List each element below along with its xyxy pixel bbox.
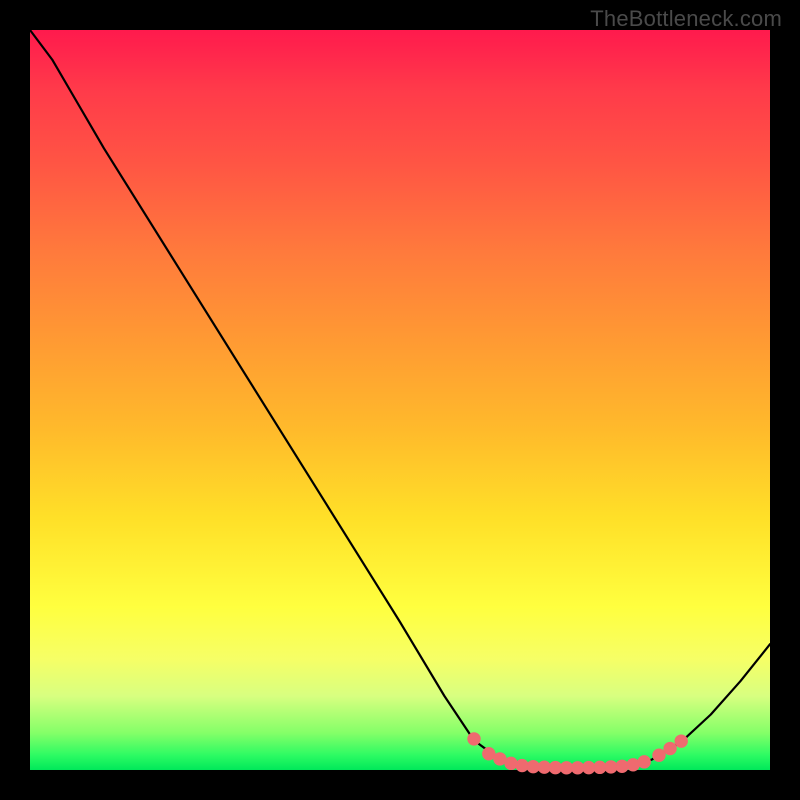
curve-marker <box>627 759 639 771</box>
curve-marker <box>594 761 606 773</box>
curve-markers <box>468 733 688 774</box>
watermark-text: TheBottleneck.com <box>590 6 782 32</box>
chart-svg <box>30 30 770 770</box>
curve-marker <box>505 757 517 769</box>
curve-marker <box>468 733 480 745</box>
curve-marker <box>638 756 650 768</box>
curve-marker <box>616 760 628 772</box>
bottleneck-curve <box>30 30 770 768</box>
curve-marker <box>571 762 583 774</box>
curve-marker <box>527 760 539 772</box>
curve-marker <box>664 742 676 754</box>
curve-marker <box>516 759 528 771</box>
curve-marker <box>675 735 687 747</box>
curve-marker <box>494 753 506 765</box>
curve-marker <box>605 761 617 773</box>
chart-frame: TheBottleneck.com <box>0 0 800 800</box>
curve-marker <box>538 761 550 773</box>
curve-marker <box>560 762 572 774</box>
curve-marker <box>549 761 561 773</box>
curve-marker <box>583 761 595 773</box>
chart-plot-area <box>30 30 770 770</box>
curve-marker <box>483 748 495 760</box>
curve-marker <box>653 749 665 761</box>
